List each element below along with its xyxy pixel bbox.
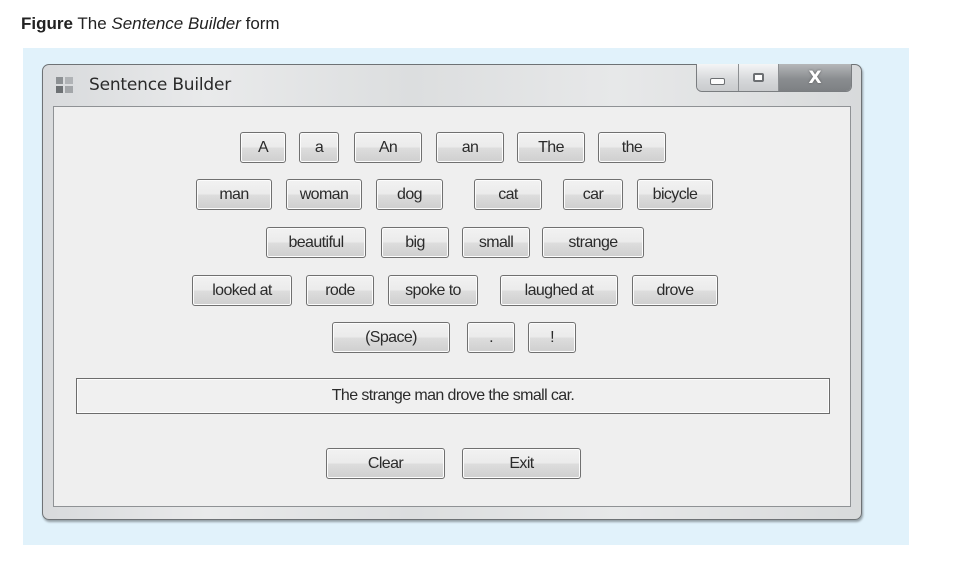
title-bar[interactable]: Sentence Builder X	[43, 64, 861, 105]
maximize-button[interactable]	[739, 64, 779, 91]
word-button-A[interactable]: A	[240, 132, 286, 163]
word-button-beautiful[interactable]: beautiful	[266, 227, 366, 258]
app-form-icon	[56, 77, 74, 93]
sentence-builder-window: Sentence Builder X A a An an The the man…	[42, 64, 862, 520]
space-button[interactable]: (Space)	[332, 322, 450, 353]
minimize-button[interactable]	[697, 64, 739, 91]
maximize-icon	[753, 73, 764, 82]
word-button-bicycle[interactable]: bicycle	[637, 179, 713, 210]
word-button-strange[interactable]: strange	[542, 227, 644, 258]
word-button-car[interactable]: car	[563, 179, 623, 210]
word-button-the[interactable]: the	[598, 132, 666, 163]
word-button-looked-at[interactable]: looked at	[192, 275, 292, 306]
word-button-woman[interactable]: woman	[286, 179, 362, 210]
caption-prefix: The	[72, 14, 112, 33]
word-button-rode[interactable]: rode	[306, 275, 374, 306]
window-title: Sentence Builder	[89, 75, 232, 95]
exclamation-button[interactable]: !	[528, 322, 576, 353]
figure-label: Figure	[21, 14, 73, 33]
word-button-drove[interactable]: drove	[632, 275, 718, 306]
close-icon: X	[808, 67, 822, 88]
word-button-small[interactable]: small	[462, 227, 530, 258]
word-button-big[interactable]: big	[381, 227, 449, 258]
clear-button[interactable]: Clear	[326, 448, 445, 479]
close-button[interactable]: X	[779, 64, 851, 91]
window-controls: X	[696, 64, 852, 92]
word-button-laughed-at[interactable]: laughed at	[500, 275, 618, 306]
word-button-cat[interactable]: cat	[474, 179, 542, 210]
word-button-The-cap[interactable]: The	[517, 132, 585, 163]
minimize-icon	[710, 78, 725, 85]
exit-button[interactable]: Exit	[462, 448, 581, 479]
period-button[interactable]: .	[467, 322, 515, 353]
word-button-an[interactable]: an	[436, 132, 504, 163]
sentence-output-label: The strange man drove the small car.	[76, 378, 830, 414]
word-button-dog[interactable]: dog	[376, 179, 443, 210]
figure-caption: Figure The Sentence Builder form	[21, 14, 280, 34]
word-button-spoke-to[interactable]: spoke to	[388, 275, 478, 306]
form-client-area: A a An an The the man woman dog cat car …	[53, 106, 851, 507]
caption-title: Sentence Builder	[111, 14, 241, 33]
word-button-An[interactable]: An	[354, 132, 422, 163]
word-button-a[interactable]: a	[299, 132, 339, 163]
caption-suffix: form	[240, 14, 280, 33]
word-button-man[interactable]: man	[196, 179, 272, 210]
